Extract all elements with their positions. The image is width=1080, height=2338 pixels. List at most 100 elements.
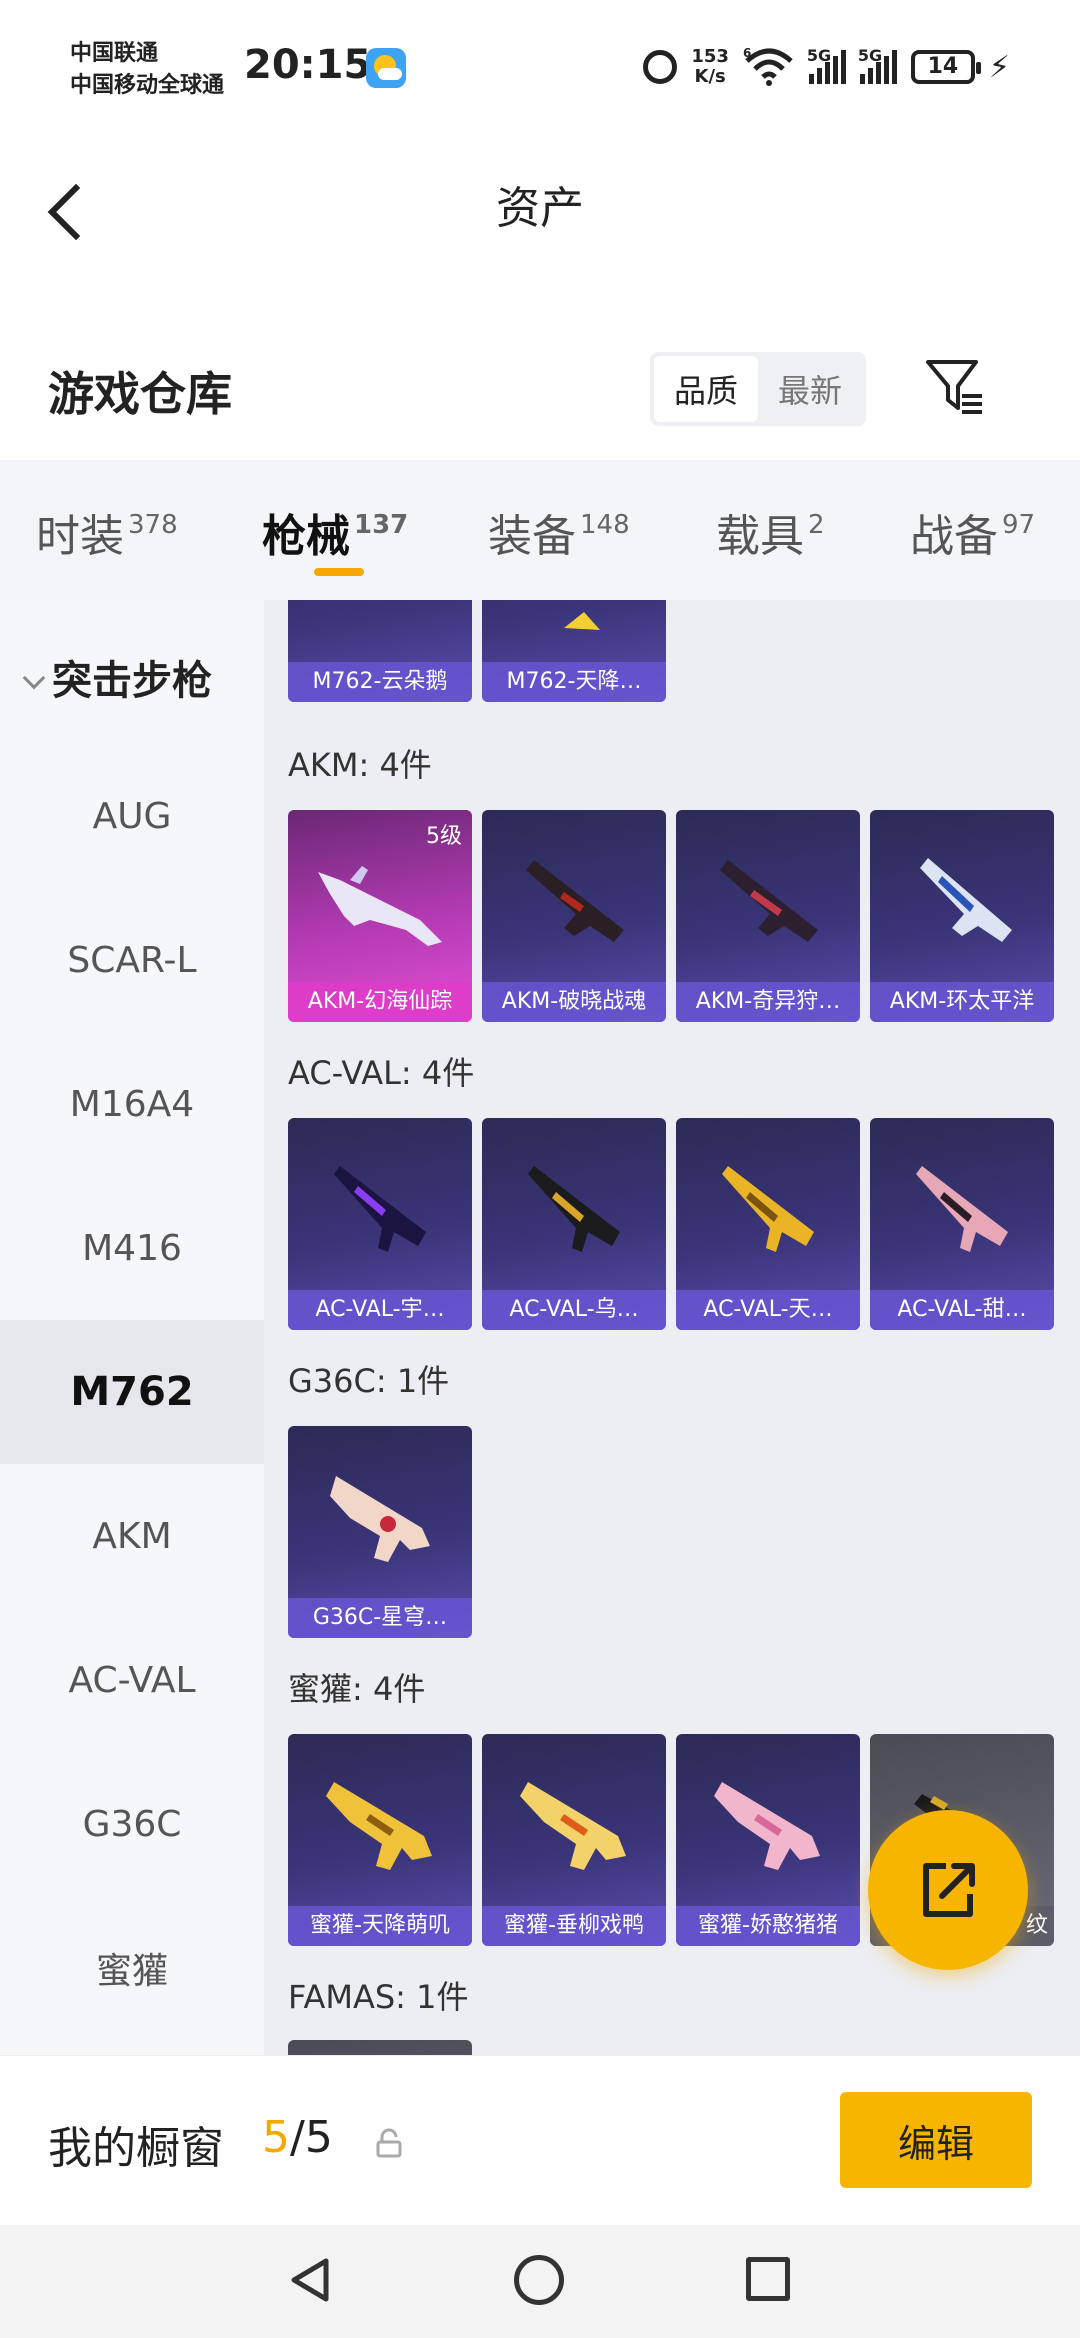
sort-quality-button[interactable]: 品质 [654,356,758,422]
tab-supplies[interactable]: 战备 97 [910,500,1035,564]
gun-image [528,1166,620,1252]
gun-image [520,1782,626,1870]
gun-image [720,860,818,942]
lock-icon [376,2128,402,2158]
nav-back-icon[interactable] [286,2255,336,2305]
skin-name: M762-天降… [482,662,666,702]
skin-card[interactable]: 5级 AKM-幻海仙踪 [288,810,472,1022]
gun-image [722,1166,814,1252]
tab-guns[interactable]: 枪械 137 [262,500,408,564]
gun-image [916,1166,1008,1252]
section-title-honey-badger: 蜜獾: 4件 [288,1670,426,1708]
signal-1-label: 5G [806,46,832,65]
gun-image [526,860,624,942]
gun-image [318,866,442,946]
skin-name: AC-VAL-乌… [482,1290,666,1330]
share-icon [923,1863,975,1917]
filter-icon[interactable] [922,354,988,420]
skin-name: M762-云朵鹅 [288,662,472,702]
carrier-2: 中国移动全球通 [70,73,225,98]
skin-card[interactable]: AKM-破晓战魂 [482,810,666,1022]
showcase-count-total: /5 [290,2112,333,2163]
subcategory-list: 突击步枪 AUG SCAR-L M16A4 M416 M762 AKM AC-V… [0,600,264,2055]
wifi-icon: 6 [743,47,793,86]
showcase-count: 5/5 [262,2112,333,2163]
gun-image [334,1166,426,1252]
skin-name: AKM-环太平洋 [870,982,1054,1022]
tab-fashion[interactable]: 时装 378 [36,500,178,564]
subcategory-item-g36c[interactable]: G36C [0,1752,264,1896]
subcategory-item-ac-val[interactable]: AC-VAL [0,1608,264,1752]
showcase-bar: 我的橱窗 5/5 编辑 [0,2055,1080,2225]
alarm-icon [643,50,678,84]
page-title: 资产 [496,183,584,234]
app-header: 资产 [0,130,1080,280]
section-title-akm: AKM: 4件 [288,746,432,784]
gun-image [330,1476,430,1562]
subcategory-group[interactable]: 突击步枪 [20,648,212,706]
weather-icon [366,48,406,88]
category-tabs: 时装 378 枪械 137 装备 148 载具 2 战备 97 [0,460,1080,600]
skin-card[interactable] [288,2040,472,2055]
edit-button[interactable]: 编辑 [840,2092,1032,2188]
gun-image [714,1782,820,1870]
skin-card[interactable]: 蜜獾-垂柳戏鸭 [482,1734,666,1946]
skin-name: 蜜獾-天降萌叽 [288,1906,472,1946]
skin-card[interactable]: AC-VAL-天… [676,1118,860,1330]
gun-image [920,858,1012,942]
skin-card[interactable]: AC-VAL-甜… [870,1118,1054,1330]
skin-name: AKM-幻海仙踪 [288,982,472,1022]
skin-name: AKM-奇异狩… [676,982,860,1022]
wifi-tag: 6 [743,47,751,60]
status-bar: 中国联通 中国移动全球通 20:15 153 K/s 6 5G 5G 14 ⚡ [0,0,1080,130]
section-title-famas: FAMAS: 1件 [288,1978,469,2016]
net-speed-value: 153 [691,46,729,67]
net-speed-unit: K/s [694,66,726,87]
section-title-g36c: G36C: 1件 [288,1362,450,1400]
subcategory-item-m416[interactable]: M416 [0,1176,264,1320]
skin-card[interactable]: AC-VAL-乌… [482,1118,666,1330]
section-title-ac-val: AC-VAL: 4件 [288,1054,475,1092]
nav-home-icon[interactable] [514,2255,564,2305]
subcategory-item-m16a4[interactable]: M16A4 [0,1032,264,1176]
skin-card[interactable]: AKM-奇异狩… [676,810,860,1022]
subcategory-item-akm[interactable]: AKM [0,1464,264,1608]
skin-card[interactable]: G36C-星穹… [288,1426,472,1638]
signal-icon-2: 5G [858,46,897,84]
status-time: 20:15 [244,42,372,88]
skin-name: 蜜獾-垂柳戏鸭 [482,1906,666,1946]
skin-card[interactable]: M762-天降… [482,600,666,702]
skin-card[interactable]: M762-云朵鹅 [288,600,472,702]
gun-image [326,1782,432,1870]
skin-card[interactable]: 蜜獾-天降萌叽 [288,1734,472,1946]
skin-card[interactable]: AKM-环太平洋 [870,810,1054,1022]
tab-vehicles[interactable]: 载具 2 [716,500,825,564]
active-tab-indicator [314,568,364,576]
subcategory-item-m762[interactable]: M762 [0,1320,264,1464]
subcategory-group-label: 突击步枪 [52,658,212,704]
system-nav-bar [0,2225,1080,2338]
nav-recents-icon[interactable] [746,2257,790,2301]
subcategory-item-aug[interactable]: AUG [0,744,264,888]
skin-name: AC-VAL-甜… [870,1290,1054,1330]
share-button[interactable] [868,1810,1028,1970]
skin-card[interactable]: AC-VAL-宇… [288,1118,472,1330]
sort-toggle: 品质 最新 [650,352,866,426]
sort-newest-button[interactable]: 最新 [758,356,862,422]
signal-2-label: 5G [857,46,883,65]
net-speed: 153 K/s [691,47,729,87]
subcategory-item-scar-l[interactable]: SCAR-L [0,888,264,1032]
tab-equipment[interactable]: 装备 148 [488,500,630,564]
subcategory-item-honey-badger[interactable]: 蜜獾 [0,1896,264,2040]
skin-name: 蜜獾-娇憨猪猪 [676,1906,860,1946]
status-icons: 153 K/s 6 5G 5G 14 ⚡ [643,42,1010,92]
skin-card[interactable]: 蜜獾-娇憨猪猪 [676,1734,860,1946]
skin-name: G36C-星穹… [288,1598,472,1638]
skin-name: AC-VAL-宇… [288,1290,472,1330]
gun-image [564,612,600,630]
chevron-down-icon [22,666,46,690]
carrier-1: 中国联通 [70,41,159,66]
charging-icon: ⚡ [988,49,1010,85]
carrier-info: 中国联通 中国移动全球通 [70,38,224,102]
warehouse-bar: 游戏仓库 品质 最新 [0,310,1080,460]
